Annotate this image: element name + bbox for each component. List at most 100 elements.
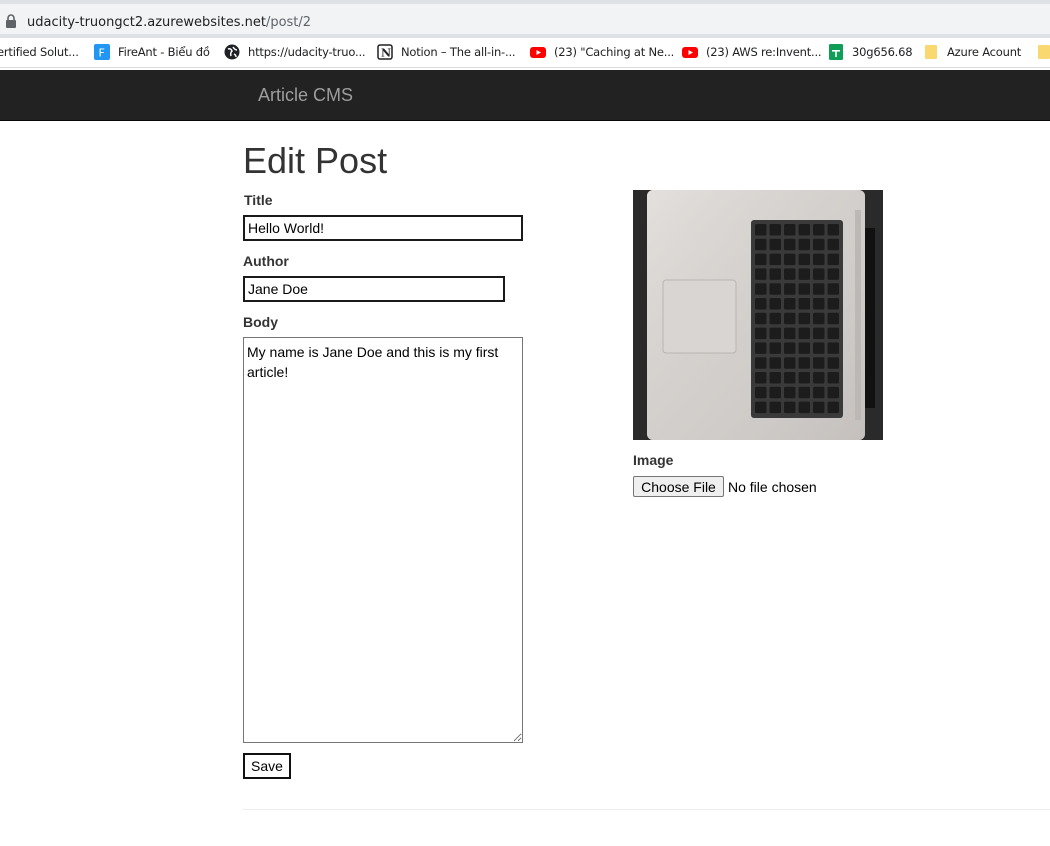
body-label: Body [243, 314, 278, 330]
body-textarea[interactable]: My name is Jane Doe and this is my first… [243, 337, 523, 743]
keyboard-key [798, 327, 810, 340]
bookmark-item[interactable]: 30g656.68 [828, 38, 913, 66]
no-file-text: No file chosen [728, 479, 817, 495]
keyboard-key [798, 283, 810, 295]
bookmark-label: FireAnt - Biểu đồ [118, 45, 210, 59]
keyboard-key [813, 342, 825, 354]
keyboard-key [798, 401, 810, 414]
bookmark-item[interactable]: https://udacity-truo... [224, 38, 366, 66]
keyboard-key [769, 327, 781, 340]
post-image-preview [633, 190, 883, 440]
brand-link[interactable]: Article CMS [258, 85, 353, 106]
keyboard-key [755, 238, 767, 251]
keyboard-key [769, 342, 781, 354]
keyboard-key [827, 253, 839, 266]
bookmark-label: ertified Solut... [0, 45, 79, 59]
keyboard-key [769, 268, 781, 280]
footer-divider [243, 809, 1050, 810]
keyboard-key [784, 312, 796, 325]
keyboard-key [755, 372, 767, 384]
keyboard-key [813, 327, 825, 340]
bookmark-label: Azure Acount [947, 45, 1022, 59]
bookmark-item[interactable]: ertified Solut... [0, 38, 79, 66]
keyboard-key [813, 253, 825, 266]
keyboard-key [784, 327, 796, 340]
keyboard-key [798, 238, 810, 251]
keyboard-key [827, 372, 839, 384]
keyboard-key [784, 386, 796, 399]
lock-icon[interactable] [5, 14, 17, 28]
svg-text:N: N [381, 47, 391, 60]
image-label: Image [633, 452, 674, 468]
url-path: /post/2 [265, 15, 312, 30]
svg-text:F: F [99, 47, 105, 60]
bookmark-item[interactable]: (23) "Caching at Ne... [530, 38, 674, 66]
save-button[interactable]: Save [243, 753, 291, 779]
bookmark-item[interactable]: Azure Acount [923, 38, 1021, 66]
keyboard-key [769, 386, 781, 399]
keyboard-key [798, 224, 810, 236]
keyboard-key [798, 386, 810, 399]
keyboard-key [813, 372, 825, 384]
bookmark-label: Notion – The all-in-... [401, 45, 516, 59]
bookmark-item[interactable]: F FireAnt - Biểu đồ [94, 38, 210, 66]
keyboard-key [769, 298, 781, 310]
keyboard-key [827, 386, 839, 399]
keyboard-key [769, 357, 781, 369]
keyboard-key [755, 312, 767, 325]
keyboard-key [827, 268, 839, 280]
url-field[interactable]: udacity-truongct2.azurewebsites.net/post… [0, 4, 1050, 34]
url-host: udacity-truongct2.azurewebsites.net [27, 15, 266, 30]
keyboard-key [769, 224, 781, 236]
keyboard-key [813, 312, 825, 325]
keyboard-key [755, 401, 767, 414]
bookmark-label: https://udacity-truo... [248, 45, 366, 59]
keyboard-key [813, 238, 825, 251]
globe-icon [224, 44, 240, 60]
keyboard-key [755, 327, 767, 340]
youtube-icon [530, 44, 546, 60]
bookmark-item[interactable]: (23) AWS re:Invent... [682, 38, 822, 66]
keyboard-key [813, 224, 825, 236]
keyboard-key [827, 327, 839, 340]
choose-file-button[interactable]: Choose File [633, 476, 724, 497]
keyboard-key [769, 253, 781, 266]
keyboard-key [755, 283, 767, 295]
keyboard-key [827, 283, 839, 295]
keyboard-key [784, 401, 796, 414]
keyboard-key [798, 372, 810, 384]
keyboard-key [827, 238, 839, 251]
url-text: udacity-truongct2.azurewebsites.net/post… [27, 15, 311, 30]
folder-icon [1036, 44, 1050, 60]
keyboard-key [784, 372, 796, 384]
bookmark-item[interactable]: N Notion – The all-in-... [377, 38, 516, 66]
author-label: Author [243, 253, 289, 269]
keyboard-key [755, 224, 767, 236]
keyboard-key [784, 224, 796, 236]
laptop-image [633, 190, 883, 440]
keyboard-key [755, 253, 767, 266]
keyboard-key [813, 283, 825, 295]
keyboard-key [798, 268, 810, 280]
sheets-icon [828, 44, 844, 60]
keyboard-key [769, 312, 781, 325]
keyboard-key [798, 357, 810, 369]
bookmark-label: 30g656.68 [852, 45, 913, 59]
navbar: Article CMS [0, 70, 1050, 121]
keyboard-key [755, 342, 767, 354]
author-input[interactable] [243, 276, 505, 302]
keyboard-key [769, 238, 781, 251]
browser-address-bar: udacity-truongct2.azurewebsites.net/post… [0, 0, 1050, 38]
keyboard-key [784, 298, 796, 310]
keyboard-key [827, 357, 839, 369]
keyboard-key [755, 357, 767, 369]
keyboard-key [827, 312, 839, 325]
keyboard-key [769, 283, 781, 295]
title-input[interactable] [243, 215, 523, 241]
keyboard-key [813, 298, 825, 310]
bookmark-item[interactable] [1036, 38, 1050, 66]
keyboard-key [755, 268, 767, 280]
notion-icon: N [377, 44, 393, 60]
keyboard-key [798, 312, 810, 325]
youtube-icon [682, 44, 698, 60]
